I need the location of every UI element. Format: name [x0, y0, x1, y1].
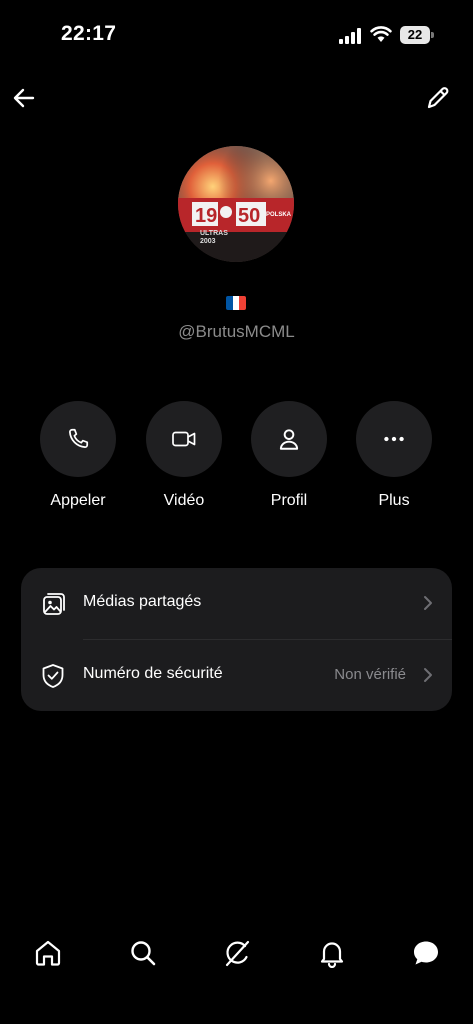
avatar-banner-19: 19	[195, 205, 217, 227]
person-icon	[279, 429, 299, 450]
bell-icon[interactable]	[317, 938, 347, 968]
profile-label: Profil	[270, 492, 308, 509]
security-number-status: Non vérifié	[334, 666, 406, 683]
avatar-banner-polska: POLSKA	[266, 212, 292, 218]
france-flag-icon	[226, 296, 246, 310]
messages-icon[interactable]	[411, 938, 441, 968]
back-arrow-icon[interactable]	[10, 84, 40, 112]
video-icon	[172, 431, 196, 447]
battery-icon: 22	[400, 26, 434, 44]
profile-button[interactable]: Profil	[244, 401, 334, 521]
call-button[interactable]: Appeler	[33, 401, 123, 521]
profile-handle: @BrutusMCML	[178, 322, 295, 341]
security-number-row[interactable]: Numéro de sécurité Non vérifié	[21, 640, 452, 710]
grok-icon[interactable]	[222, 938, 252, 968]
avatar-banner-50: 50	[238, 205, 260, 227]
battery-level: 22	[400, 26, 430, 44]
avatar-banner-2003: 2003	[200, 238, 216, 245]
cellular-signal-icon	[339, 28, 363, 44]
video-button[interactable]: Vidéo	[139, 401, 229, 521]
shared-media-label: Médias partagés	[83, 593, 202, 610]
search-icon[interactable]	[128, 938, 158, 968]
phone-icon	[69, 428, 89, 448]
wifi-icon	[370, 26, 392, 42]
conversation-settings-card: Médias partagés Numéro de sécurité Non v…	[21, 568, 452, 711]
shield-check-icon	[42, 664, 64, 688]
avatar[interactable]: 19 50 ULTRAS 2003 POLSKA	[178, 146, 294, 262]
more-icon	[384, 436, 404, 442]
avatar-banner-ultras: ULTRAS	[200, 230, 228, 237]
status-time: 22:17	[61, 22, 117, 45]
home-icon[interactable]	[33, 938, 63, 968]
more-label: Plus	[378, 492, 410, 509]
security-number-label: Numéro de sécurité	[83, 665, 223, 682]
video-label: Vidéo	[163, 492, 205, 509]
edit-pencil-icon[interactable]	[424, 84, 452, 112]
shared-media-row[interactable]: Médias partagés	[21, 568, 452, 638]
shared-media-icon	[43, 593, 65, 615]
status-bar: 22:17 22	[0, 0, 473, 70]
more-button[interactable]: Plus	[349, 401, 439, 521]
chevron-right-icon	[424, 596, 432, 610]
call-label: Appeler	[50, 492, 106, 509]
chevron-right-icon	[424, 668, 432, 682]
